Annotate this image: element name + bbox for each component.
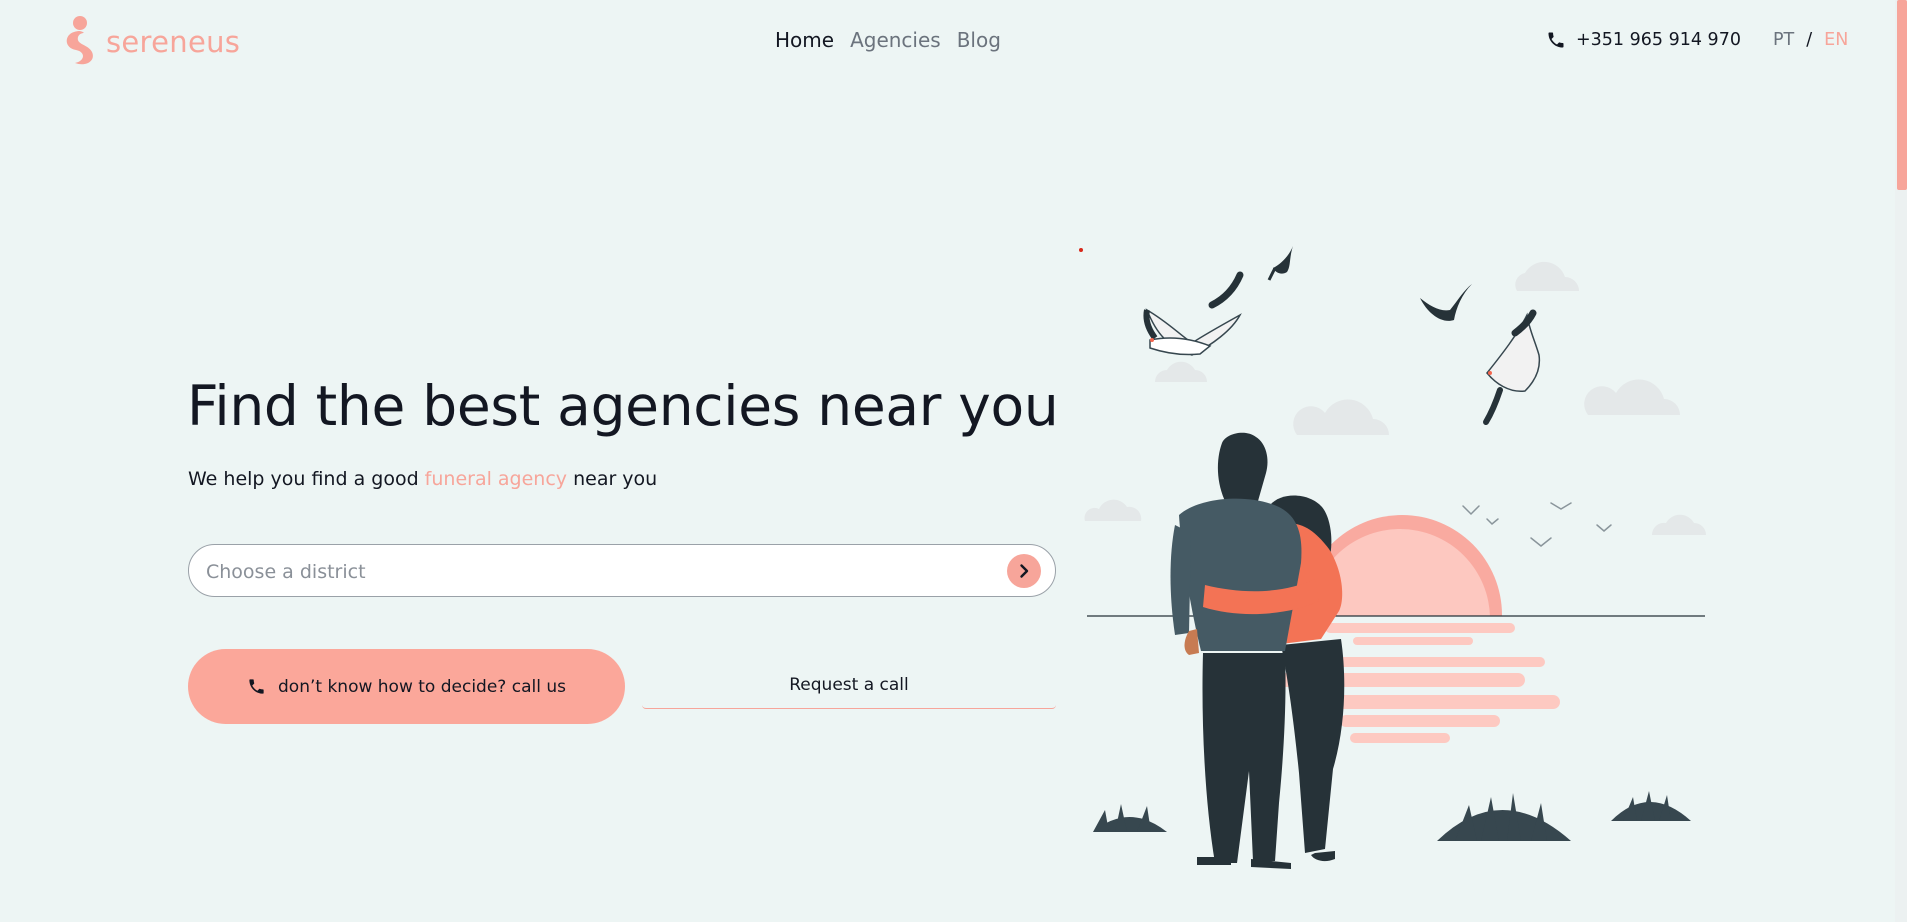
logo-mark-icon <box>66 16 93 65</box>
call-us-label: don’t know how to decide? call us <box>278 676 566 697</box>
phone-contact[interactable]: +351 965 914 970 <box>1546 27 1741 53</box>
scrollbar[interactable] <box>1895 0 1907 922</box>
grass-tufts <box>1093 791 1691 841</box>
request-call-button[interactable]: Request a call <box>642 661 1056 709</box>
distant-birds <box>1462 502 1612 547</box>
hero-subtitle: We help you find a good funeral agency n… <box>188 466 657 492</box>
lang-pt[interactable]: PT <box>1773 27 1794 53</box>
scrollbar-thumb[interactable] <box>1897 0 1907 190</box>
main-nav: Home Agencies Blog <box>775 27 1001 53</box>
hero-subtitle-start: We help you find a good <box>188 468 425 490</box>
seagull-left <box>1143 271 1244 356</box>
lang-separator: / <box>1806 30 1813 50</box>
logo[interactable]: sereneus <box>60 15 240 67</box>
nav-agencies[interactable]: Agencies <box>850 27 941 53</box>
clouds <box>1084 261 1706 535</box>
chevron-right-icon <box>1020 564 1029 578</box>
lang-en[interactable]: EN <box>1824 27 1848 53</box>
dark-bird-top <box>1267 246 1293 281</box>
hero-subtitle-highlight: funeral agency <box>424 468 568 490</box>
phone-icon <box>1548 32 1564 48</box>
hero-subtitle-end: near you <box>567 468 658 490</box>
call-us-button[interactable]: don’t know how to decide? call us <box>188 649 625 724</box>
language-switcher: PT / EN <box>1773 27 1848 53</box>
district-search <box>188 544 1056 598</box>
district-search-input[interactable] <box>204 545 988 598</box>
hero-title: Find the best agencies near you <box>187 374 1059 438</box>
search-submit-button[interactable] <box>1007 554 1041 588</box>
logo-text: sereneus <box>106 24 241 59</box>
phone-number: +351 965 914 970 <box>1576 30 1741 50</box>
dark-bird-right <box>1420 284 1472 321</box>
nav-blog[interactable]: Blog <box>957 27 1001 53</box>
landing-page: sereneus Home Agencies Blog +351 965 914… <box>0 0 1907 922</box>
phone-icon <box>249 679 264 694</box>
seagull-right <box>1483 309 1541 425</box>
couple-sunset-illustration <box>1084 246 1706 869</box>
nav-home[interactable]: Home <box>775 27 834 53</box>
